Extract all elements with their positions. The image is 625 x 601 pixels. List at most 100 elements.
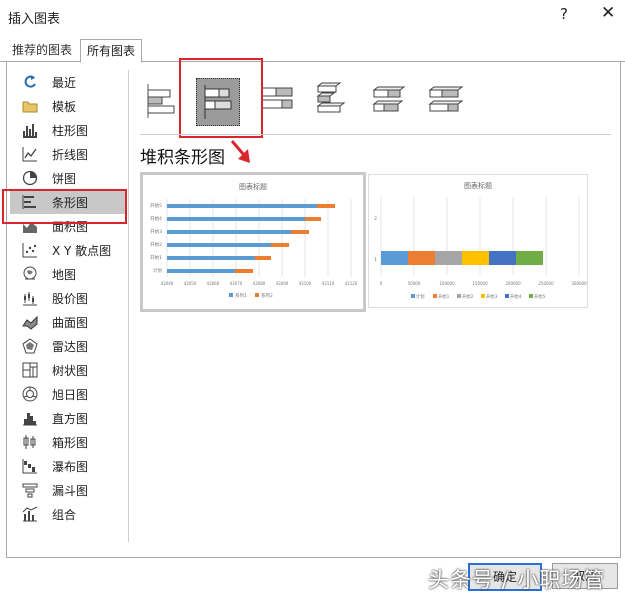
surface-chart-icon xyxy=(22,314,38,330)
sidebar-item-combo[interactable]: 组合 xyxy=(10,502,126,526)
sidebar-item-label: 箱形图 xyxy=(52,435,89,450)
preview-2-legend: 开始5 xyxy=(534,293,546,300)
sidebar-item-waterfall[interactable]: 瀑布图 xyxy=(10,454,126,478)
dialog-title: 插入图表 xyxy=(8,12,61,27)
preview-1-xtick: 43120 xyxy=(345,281,358,286)
preview-1-bar xyxy=(167,243,271,247)
clustered-bar-subtype[interactable] xyxy=(140,78,182,124)
combo-chart-icon xyxy=(22,506,38,522)
legend-swatch xyxy=(505,294,509,298)
sidebar-item-label: 旭日图 xyxy=(52,387,89,402)
chart-preview-2[interactable]: 图表标题 2 1 0 50000 100000 150000 200000 25… xyxy=(368,174,588,308)
sidebar-item-pie[interactable]: 饼图 xyxy=(10,166,126,190)
waterfall-chart-icon xyxy=(22,458,38,474)
chart-preview-1[interactable]: 图表标题 开始5 开始4 开始3 开始2 开始1 计划 43040 43050 … xyxy=(140,172,366,312)
tab-all-charts[interactable]: 所有图表 xyxy=(80,39,143,63)
preview-1-bar xyxy=(167,204,317,208)
preview-1-category: 开始3 xyxy=(150,228,162,235)
preview-2-bar xyxy=(462,251,489,265)
preview-2-bar xyxy=(408,251,435,265)
selected-subtype-highlight xyxy=(179,58,263,138)
preview-1-xtick: 43050 xyxy=(184,281,197,286)
sidebar-item-label: 折线图 xyxy=(52,147,89,162)
sidebar-item-label: 最近 xyxy=(52,75,77,90)
preview-1-xtick: 43100 xyxy=(299,281,312,286)
sidebar-item-surface[interactable]: 曲面图 xyxy=(10,310,126,334)
preview-2-bar xyxy=(381,251,408,265)
sidebar-item-label: 直方图 xyxy=(52,411,89,426)
preview-1-bar xyxy=(167,269,235,273)
sidebar-item-label: 雷达图 xyxy=(52,339,89,354)
legend-swatch xyxy=(433,294,437,298)
preview-2-xtick: 0 xyxy=(380,281,383,286)
stock-chart-icon xyxy=(22,290,38,306)
legend-swatch xyxy=(411,294,415,298)
sidebar-item-treemap[interactable]: 树状图 xyxy=(10,358,126,382)
preview-1-category: 开始5 xyxy=(150,202,162,209)
sidebar-item-sunburst[interactable]: 旭日图 xyxy=(10,382,126,406)
sidebar-item-label: 模板 xyxy=(52,99,77,114)
sidebar-item-histogram[interactable]: 直方图 xyxy=(10,406,126,430)
preview-2-legend: 计划 xyxy=(416,293,425,300)
scatter-chart-icon xyxy=(22,242,38,258)
sidebar-item-map[interactable]: 地图 xyxy=(10,262,126,286)
legend-swatch xyxy=(229,293,233,297)
3d-clustered-bar-subtype[interactable] xyxy=(312,78,354,124)
legend-swatch xyxy=(457,294,461,298)
legend-swatch xyxy=(255,293,259,297)
sidebar-item-label: 柱形图 xyxy=(52,123,89,138)
radar-chart-icon xyxy=(22,338,38,354)
preview-1-xtick: 43080 xyxy=(253,281,266,286)
preview-2-xtick: 200000 xyxy=(505,281,521,286)
sidebar-item-templates[interactable]: 模板 xyxy=(10,94,126,118)
preview-1-xtick: 43040 xyxy=(161,281,174,286)
close-icon[interactable]: ✕ xyxy=(601,3,615,23)
column-chart-icon xyxy=(22,122,38,138)
preview-2-legend: 开始4 xyxy=(510,293,522,300)
3d-stacked-bar-subtype[interactable] xyxy=(368,78,410,124)
sidebar-item-recent[interactable]: 最近 xyxy=(10,70,126,94)
chart-type-list: 最近 模板 柱形图 折线图 饼图 条形图 面积图 X Y 散点图 地图 股价图 … xyxy=(10,70,126,526)
funnel-chart-icon xyxy=(22,482,38,498)
preview-2-xtick: 150000 xyxy=(472,281,488,286)
map-chart-icon xyxy=(22,266,38,282)
preview-2-xtick: 250000 xyxy=(538,281,554,286)
sidebar-item-label: 地图 xyxy=(52,267,77,282)
preview-2-legend: 开始2 xyxy=(462,293,474,300)
box-chart-icon xyxy=(22,434,38,450)
preview-1-bar xyxy=(255,256,271,260)
sidebar-item-column[interactable]: 柱形图 xyxy=(10,118,126,142)
preview-2-bar xyxy=(489,251,516,265)
histogram-chart-icon xyxy=(22,410,38,426)
sidebar-item-label: X Y 散点图 xyxy=(52,243,112,258)
subtype-divider xyxy=(140,134,611,135)
preview-1-title: 图表标题 xyxy=(239,182,267,191)
sidebar-item-radar[interactable]: 雷达图 xyxy=(10,334,126,358)
line-chart-icon xyxy=(22,146,38,162)
pie-chart-icon xyxy=(22,170,38,186)
sidebar-item-label: 瀑布图 xyxy=(52,459,89,474)
preview-2-legend: 开始1 xyxy=(438,293,450,300)
sidebar-item-funnel[interactable]: 漏斗图 xyxy=(10,478,126,502)
preview-2-legend: 开始3 xyxy=(486,293,498,300)
sidebar-item-scatter[interactable]: X Y 散点图 xyxy=(10,238,126,262)
preview-1-bar xyxy=(305,217,321,221)
sidebar-item-label: 股价图 xyxy=(52,291,89,306)
subtype-title: 堆积条形图 xyxy=(140,148,225,168)
recent-icon xyxy=(22,74,38,90)
preview-2-chart: 图表标题 2 1 0 50000 100000 150000 200000 25… xyxy=(374,181,587,300)
sidebar-item-box[interactable]: 箱形图 xyxy=(10,430,126,454)
preview-2-xtick: 300000 xyxy=(571,281,587,286)
preview-1-bar xyxy=(167,217,305,221)
help-icon[interactable]: ? xyxy=(560,5,568,23)
sidebar-item-stock[interactable]: 股价图 xyxy=(10,286,126,310)
preview-2-ytick: 1 xyxy=(374,257,377,263)
preview-1-category: 开始1 xyxy=(150,254,162,261)
sunburst-chart-icon xyxy=(22,386,38,402)
3d-percent-stacked-bar-subtype[interactable] xyxy=(424,78,466,124)
preview-1-chart: 图表标题 开始5 开始4 开始3 开始2 开始1 计划 43040 43050 … xyxy=(150,182,358,299)
tab-recommended-charts[interactable]: 推荐的图表 xyxy=(6,39,78,61)
selected-type-highlight xyxy=(2,189,127,224)
preview-1-category: 开始4 xyxy=(150,215,162,222)
sidebar-item-line[interactable]: 折线图 xyxy=(10,142,126,166)
